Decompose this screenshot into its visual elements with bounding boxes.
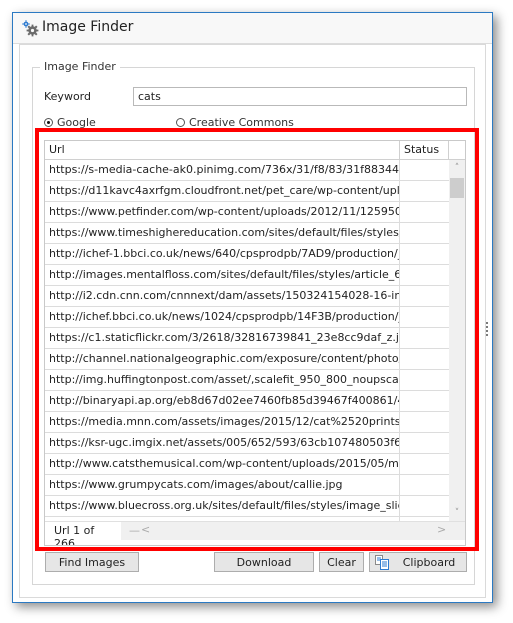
status-cell[interactable]	[400, 244, 449, 264]
url-grid[interactable]: Url Status https://s-media-cache-ak0.pin…	[44, 140, 466, 546]
status-cell[interactable]	[400, 160, 449, 180]
url-cell[interactable]: http://images.mentalfloss.com/sites/defa…	[45, 265, 400, 285]
vertical-scroll-thumb[interactable]	[450, 178, 464, 198]
clipboard-icon	[375, 555, 389, 570]
status-cell[interactable]	[400, 202, 449, 222]
table-row[interactable]: http://img.huffingtonpost.com/asset/,sca…	[45, 370, 449, 391]
title-bar[interactable]: Image Finder	[13, 13, 492, 44]
scroll-down-icon[interactable]: ˅	[449, 505, 465, 521]
url-cell[interactable]: https://www.bluecross.org.uk/sites/defau…	[45, 496, 400, 516]
splitter-grip-icon[interactable]	[486, 322, 490, 338]
find-images-button[interactable]: Find Images	[45, 552, 139, 572]
groupbox-title: Image Finder	[40, 60, 120, 73]
table-row[interactable]: https://www.grumpycats.com/images/about/…	[45, 475, 449, 496]
window-title: Image Finder	[42, 19, 134, 35]
footer-separator: —	[129, 524, 140, 537]
status-cell[interactable]	[400, 307, 449, 327]
status-cell[interactable]	[400, 349, 449, 369]
status-cell[interactable]	[400, 286, 449, 306]
table-row[interactable]: https://s-media-cache-ak0.pinimg.com/736…	[45, 160, 449, 181]
url-cell[interactable]: http://binaryapi.ap.org/eb8d67d02ee7460f…	[45, 391, 400, 411]
table-row[interactable]: https://ksr-ugc.imgix.net/assets/005/652…	[45, 433, 449, 454]
table-row[interactable]: https://media.mnn.com/assets/images/2015…	[45, 412, 449, 433]
grid-header: Url Status	[45, 141, 465, 160]
radio-creative-commons[interactable]: Creative Commons	[176, 116, 294, 129]
table-row[interactable]: http://binaryapi.ap.org/eb8d67d02ee7460f…	[45, 391, 449, 412]
status-cell[interactable]	[400, 265, 449, 285]
column-header-status[interactable]: Status	[400, 141, 449, 159]
table-row[interactable]: http://i2.cdn.cnn.com/cnnnext/dam/assets…	[45, 286, 449, 307]
url-cell[interactable]: https://s-media-cache-ak0.pinimg.com/736…	[45, 160, 400, 180]
status-cell[interactable]	[400, 223, 449, 243]
table-row[interactable]: http://channel.nationalgeographic.com/ex…	[45, 349, 449, 370]
status-cell[interactable]	[400, 454, 449, 474]
status-cell[interactable]	[400, 370, 449, 390]
record-counter: Url 1 of 266	[45, 522, 121, 545]
scroll-right-icon[interactable]: >	[437, 523, 446, 536]
url-cell[interactable]: http://i2.cdn.cnn.com/cnnnext/dam/assets…	[45, 286, 400, 306]
clipboard-button[interactable]: Clipboard	[369, 552, 467, 572]
url-cell[interactable]: http://www.catsthemusical.com/wp-content…	[45, 454, 400, 474]
status-cell[interactable]	[400, 391, 449, 411]
radio-creative-commons-label: Creative Commons	[189, 116, 294, 129]
url-cell[interactable]: https://www.timeshighereducation.com/sit…	[45, 223, 400, 243]
status-cell[interactable]	[400, 433, 449, 453]
url-cell[interactable]: https://media.mnn.com/assets/images/2015…	[45, 412, 400, 432]
status-cell[interactable]	[400, 181, 449, 201]
scroll-up-icon[interactable]: ˄	[449, 160, 465, 176]
table-row[interactable]: https://c1.staticflickr.com/3/2618/32816…	[45, 328, 449, 349]
url-cell[interactable]: http://ichef.bbci.co.uk/news/1024/cpspro…	[45, 307, 400, 327]
clipboard-label: Clipboard	[402, 555, 456, 569]
grid-rows: https://s-media-cache-ak0.pinimg.com/736…	[45, 160, 449, 521]
radio-google[interactable]: Google	[44, 116, 96, 129]
table-row[interactable]: http://images.mentalfloss.com/sites/defa…	[45, 265, 449, 286]
url-cell[interactable]: https://www.petfinder.com/wp-content/upl…	[45, 202, 400, 222]
clear-button[interactable]: Clear	[319, 552, 364, 572]
gears-icon	[22, 20, 39, 37]
grid-footer: Url 1 of 266 — < >	[45, 521, 465, 545]
radio-selected-icon[interactable]	[44, 118, 53, 127]
scroll-left-icon[interactable]: <	[141, 523, 150, 536]
table-row[interactable]: http://ichef.bbci.co.uk/news/1024/cpspro…	[45, 307, 449, 328]
keyword-input[interactable]	[133, 87, 467, 106]
table-row[interactable]: https://www.timeshighereducation.com/sit…	[45, 223, 449, 244]
table-row[interactable]: http://www.catsthemusical.com/wp-content…	[45, 454, 449, 475]
url-cell[interactable]: https://ksr-ugc.imgix.net/assets/005/652…	[45, 433, 400, 453]
url-cell[interactable]: http://channel.nationalgeographic.com/ex…	[45, 349, 400, 369]
url-cell[interactable]: https://d11kavc4axrfgm.cloudfront.net/pe…	[45, 181, 400, 201]
table-row[interactable]: https://www.petfinder.com/wp-content/upl…	[45, 202, 449, 223]
download-button[interactable]: Download	[214, 552, 314, 572]
column-header-url[interactable]: Url	[45, 141, 400, 159]
status-cell[interactable]	[400, 496, 449, 516]
vertical-scrollbar[interactable]: ˄ ˅	[449, 160, 465, 521]
url-cell[interactable]: https://c1.staticflickr.com/3/2618/32816…	[45, 328, 400, 348]
radio-unselected-icon[interactable]	[176, 118, 185, 127]
status-cell[interactable]	[400, 475, 449, 495]
url-cell[interactable]: http://ichef-1.bbci.co.uk/news/640/cpspr…	[45, 244, 400, 264]
url-cell[interactable]: http://img.huffingtonpost.com/asset/,sca…	[45, 370, 400, 390]
image-finder-window: Image Finder Image Finder Keyword Google…	[12, 12, 493, 603]
status-cell[interactable]	[400, 412, 449, 432]
keyword-label: Keyword	[44, 90, 91, 103]
radio-google-label: Google	[57, 116, 96, 129]
table-row[interactable]: http://ichef-1.bbci.co.uk/news/640/cpspr…	[45, 244, 449, 265]
status-cell[interactable]	[400, 328, 449, 348]
table-row[interactable]: https://www.bluecross.org.uk/sites/defau…	[45, 496, 449, 517]
url-cell[interactable]: https://www.grumpycats.com/images/about/…	[45, 475, 400, 495]
table-row[interactable]: https://d11kavc4axrfgm.cloudfront.net/pe…	[45, 181, 449, 202]
